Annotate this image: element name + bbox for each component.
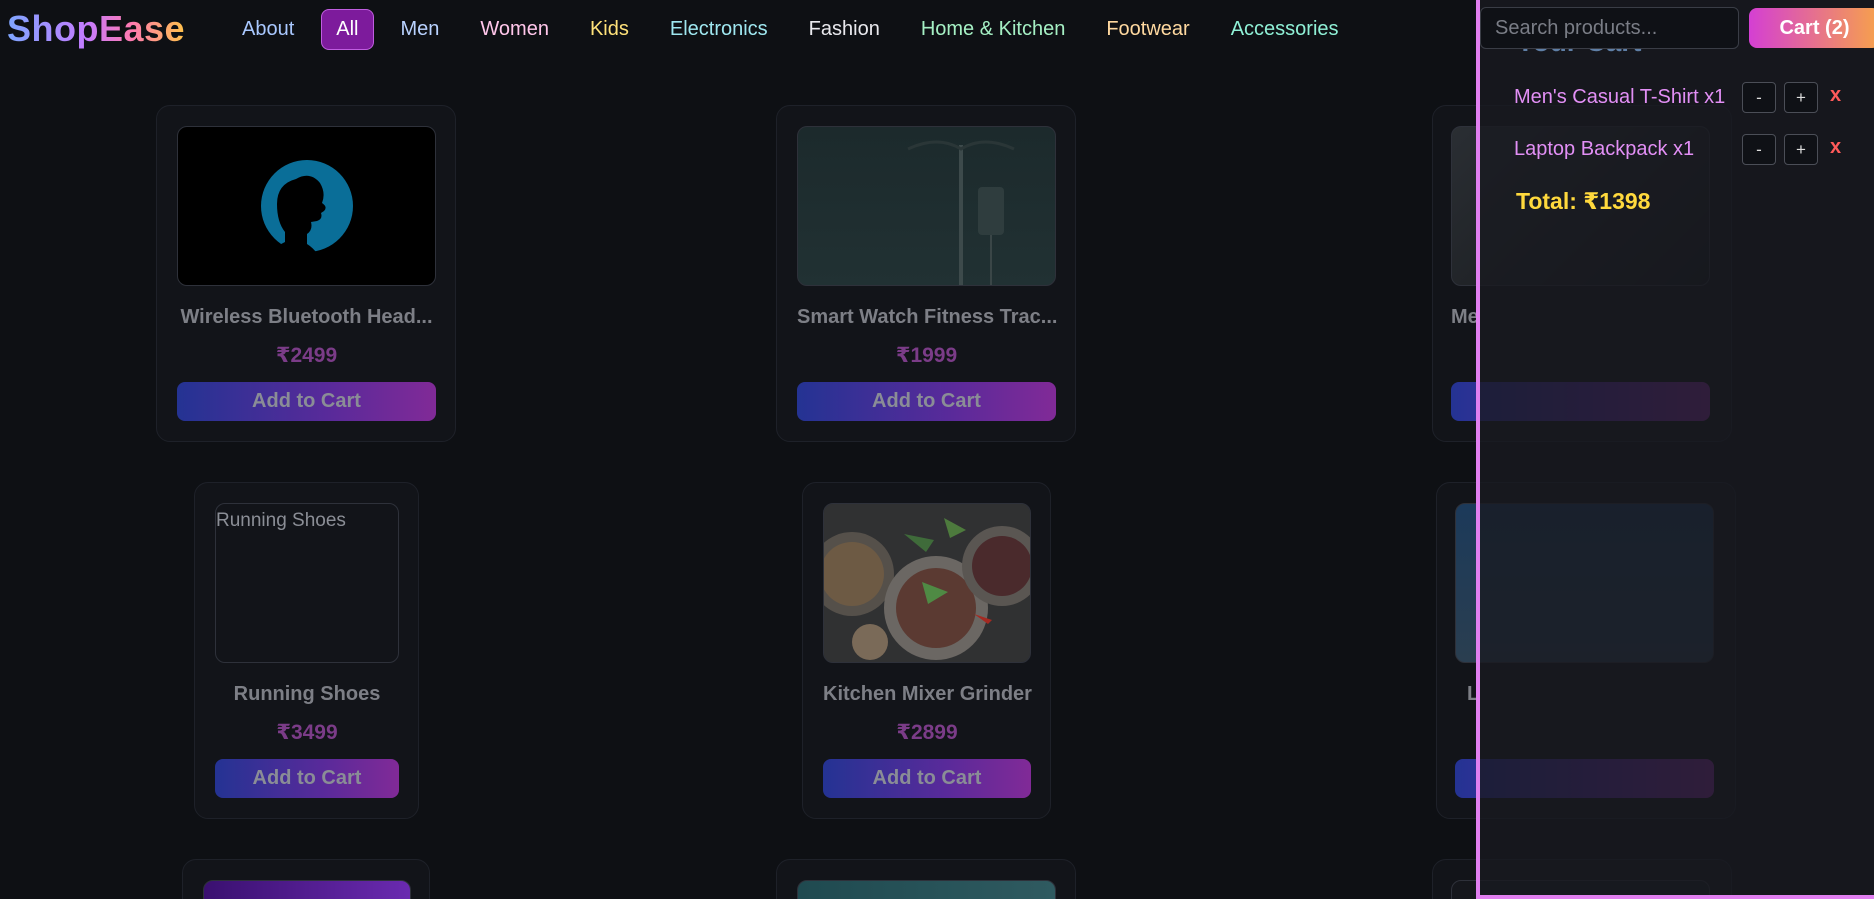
cart-item: Laptop Backpack x1 - + x — [1514, 134, 1854, 166]
cart-item-label: Men's Casual T-Shirt x1 — [1514, 86, 1726, 108]
nav-item-all[interactable]: All — [321, 8, 374, 50]
product-price: ₹2899 — [896, 721, 958, 744]
product-price: ₹1999 — [895, 344, 958, 367]
increase-quantity-button[interactable]: + — [1784, 82, 1818, 113]
decrease-quantity-button[interactable]: - — [1742, 82, 1776, 113]
product-name[interactable]: Running Shoes — [215, 683, 399, 706]
nav-item-electronics[interactable]: Electronics — [656, 10, 782, 49]
increase-quantity-button[interactable]: + — [1784, 134, 1818, 165]
decrease-quantity-button[interactable]: - — [1742, 134, 1776, 165]
remove-item-button[interactable]: x — [1830, 84, 1841, 107]
broken-image-alt: Running Shoes — [216, 510, 346, 531]
product-image[interactable] — [823, 503, 1031, 663]
add-to-cart-button[interactable]: Add to Cart — [823, 759, 1031, 798]
product-price: ₹2499 — [275, 344, 338, 367]
nav-item-kids[interactable]: Kids — [576, 10, 643, 49]
product-image[interactable] — [203, 880, 411, 899]
nav-item-footwear[interactable]: Footwear — [1092, 10, 1203, 49]
brand-logo[interactable]: ShopEase — [7, 8, 185, 50]
nav-item-about[interactable]: About — [228, 10, 308, 49]
cart-item: Men's Casual T-Shirt x1 - + x — [1514, 82, 1854, 114]
nav-item-accessories[interactable]: Accessories — [1217, 10, 1353, 49]
cart-button[interactable]: Cart (2) — [1749, 8, 1874, 48]
remove-item-button[interactable]: x — [1830, 136, 1841, 159]
product-image[interactable] — [797, 126, 1056, 286]
add-to-cart-button[interactable]: Add to Cart — [177, 382, 436, 421]
product-card: Kitchen Mixer Grinder ₹2899 Add to Cart — [802, 482, 1051, 819]
product-image[interactable] — [797, 880, 1056, 899]
product-card — [182, 859, 430, 899]
product-card: Wireless Bluetooth Head... ₹2499 Add to … — [156, 105, 456, 442]
nav-item-home-kitchen[interactable]: Home & Kitchen — [907, 10, 1080, 49]
cart-item-label: Laptop Backpack x1 — [1514, 138, 1695, 160]
category-nav: About All Men Women Kids Electronics Fas… — [228, 8, 1366, 50]
cart-panel: Your Cart Men's Casual T-Shirt x1 - + x … — [1476, 0, 1874, 899]
panel-border — [1480, 895, 1874, 899]
product-card: Running Shoes Running Shoes ₹3499 Add to… — [194, 482, 419, 819]
iv-stand-image — [907, 140, 1015, 285]
product-name[interactable]: Kitchen Mixer Grinder — [823, 683, 1032, 706]
product-image[interactable]: Running Shoes — [215, 503, 399, 663]
cart-total: Total: ₹1398 — [1516, 188, 1651, 214]
product-image[interactable] — [177, 126, 436, 286]
food-plates-image — [824, 504, 1030, 662]
add-to-cart-button[interactable]: Add to Cart — [797, 382, 1056, 421]
nav-item-men[interactable]: Men — [387, 10, 454, 49]
silhouette-image — [261, 160, 353, 264]
search-input[interactable] — [1480, 7, 1739, 49]
nav-item-women[interactable]: Women — [466, 10, 563, 49]
nav-item-fashion[interactable]: Fashion — [795, 10, 894, 49]
product-name[interactable]: Smart Watch Fitness Trac... — [797, 306, 1057, 329]
add-to-cart-button[interactable]: Add to Cart — [215, 759, 399, 798]
product-card — [776, 859, 1076, 899]
product-price: ₹3499 — [276, 721, 338, 744]
product-card: Smart Watch Fitness Trac... ₹1999 Add to… — [776, 105, 1076, 442]
product-name[interactable]: Wireless Bluetooth Head... — [177, 306, 436, 329]
